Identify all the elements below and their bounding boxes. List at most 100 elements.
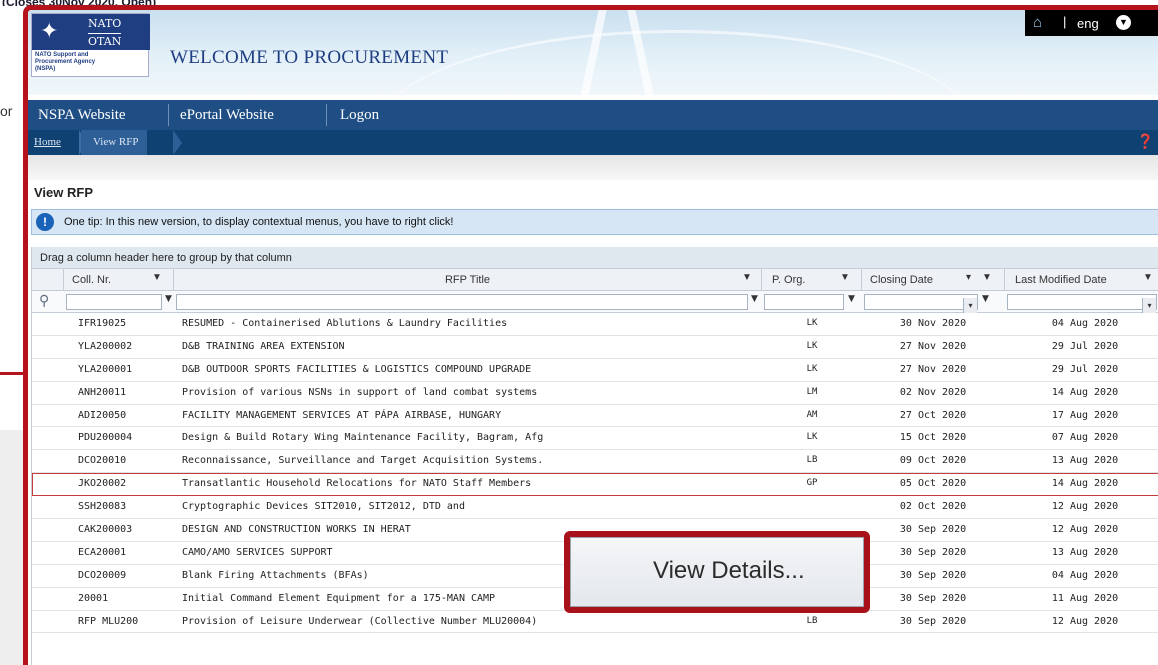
cell-modified: 29 Jul 2020 xyxy=(1051,340,1119,352)
nav-eportal-website[interactable]: ePortal Website xyxy=(180,107,274,124)
cell-modified: 17 Aug 2020 xyxy=(1051,409,1119,421)
page-banner-title: WELCOME TO PROCUREMENT xyxy=(170,47,449,68)
cell-coll: RFP MLU200 xyxy=(78,615,139,627)
column-filter-icon[interactable]: ▼ xyxy=(152,272,162,283)
cell-modified: 07 Aug 2020 xyxy=(1051,432,1119,444)
screenshot-frame: ✦ NATO OTAN NATO Support and Procurement… xyxy=(23,5,1158,665)
cell-modified: 11 Aug 2020 xyxy=(1051,592,1119,604)
cell-title: Initial Command Element Equipment for a … xyxy=(182,592,496,604)
table-row[interactable]: DCO20010 Reconnaissance, Surveillance and… xyxy=(32,450,1158,474)
cell-title: D&B TRAINING AREA EXTENSION xyxy=(182,340,345,352)
chevron-down-icon[interactable]: ▼ xyxy=(1116,15,1131,30)
cell-coll: DCO20010 xyxy=(78,455,127,467)
filter-menu-icon[interactable]: ▼ xyxy=(751,294,758,304)
filter-p-org[interactable] xyxy=(764,294,844,310)
cell-coll: YLA200002 xyxy=(78,340,133,352)
date-picker-dropdown[interactable]: ▾ xyxy=(963,298,977,314)
column-filter-icon[interactable]: ▼ xyxy=(742,272,752,283)
cell-closing: 27 Oct 2020 xyxy=(899,409,967,421)
column-header-closing-date[interactable]: Closing Date ▾ ▼ xyxy=(862,269,1005,291)
cell-coll: JKO20002 xyxy=(78,478,127,490)
column-filter-icon[interactable]: ▼ xyxy=(1143,272,1153,283)
cell-title: CAMO/AMO SERVICES SUPPORT xyxy=(182,546,333,558)
cell-coll: CAK200003 xyxy=(78,524,133,536)
cell-title: DESIGN AND CONSTRUCTION WORKS IN HERAT xyxy=(182,524,411,536)
home-icon[interactable]: ⌂ xyxy=(1033,14,1042,31)
cell-title: Cryptographic Devices SIT2010, SIT2012, … xyxy=(182,501,465,513)
logo-agency-text: NATO Support and Procurement Agency (NSP… xyxy=(35,52,96,72)
filter-last-modified[interactable]: ▾ xyxy=(1007,294,1157,314)
cell-coll: YLA200001 xyxy=(78,363,133,375)
filter-menu-icon[interactable]: ▼ xyxy=(165,294,172,304)
cell-modified: 04 Aug 2020 xyxy=(1051,318,1119,329)
cell-closing: 27 Nov 2020 xyxy=(899,363,967,375)
cell-modified: 13 Aug 2020 xyxy=(1051,455,1119,467)
cell-coll: ADI20050 xyxy=(78,409,127,421)
breadcrumb-current: View RFP xyxy=(81,130,147,155)
nspa-logo[interactable]: ✦ NATO OTAN NATO Support and Procurement… xyxy=(31,13,150,77)
cell-closing: 30 Sep 2020 xyxy=(899,546,967,558)
language-selector[interactable]: eng xyxy=(1077,16,1099,31)
cell-org: AM xyxy=(806,409,818,420)
cell-modified: 13 Aug 2020 xyxy=(1051,546,1119,558)
filter-coll-nr[interactable] xyxy=(66,294,162,310)
cell-closing: 30 Sep 2020 xyxy=(899,592,967,604)
view-details-menu-item[interactable]: View Details... xyxy=(653,557,805,585)
cell-org: LB xyxy=(806,615,818,626)
context-menu-annotation: View Details... xyxy=(564,531,870,613)
cell-closing: 30 Sep 2020 xyxy=(899,569,967,581)
cell-org: LK xyxy=(806,340,818,351)
cell-title: Reconnaissance, Surveillance and Target … xyxy=(182,455,544,467)
nav-nspa-website[interactable]: NSPA Website xyxy=(38,107,126,124)
table-row[interactable]: ANH20011 Provision of various NSNs in sup… xyxy=(32,381,1158,405)
cell-title: D&B OUTDOOR SPORTS FACILITIES & LOGISTIC… xyxy=(182,363,532,375)
cell-title: RESUMED - Containerised Ablutions & Laun… xyxy=(182,318,508,329)
logo-nato-text: NATO xyxy=(88,17,122,30)
filter-menu-icon[interactable]: ▼ xyxy=(982,294,989,304)
table-row[interactable]: PDU200004 Design & Build Rotary Wing Main… xyxy=(32,427,1158,451)
logo-otan-text: OTAN xyxy=(88,33,122,48)
help-icon[interactable]: ❓ xyxy=(1137,134,1154,150)
table-row[interactable]: YLA200002 D&B TRAINING AREA EXTENSION LK 27… xyxy=(32,335,1158,359)
cell-coll: SSH20083 xyxy=(78,501,127,513)
table-row[interactable]: RFP MLU200 Provision of Leisure Underwear… xyxy=(32,610,1158,634)
column-header-coll-nr[interactable]: Coll. Nr. ▼ xyxy=(64,269,174,291)
cell-closing: 15 Oct 2020 xyxy=(899,432,967,444)
filter-rfp-title[interactable] xyxy=(176,294,748,310)
tip-banner: ! One tip: In this new version, to displ… xyxy=(31,209,1158,235)
cell-closing: 30 Nov 2020 xyxy=(899,318,967,329)
filter-icon[interactable]: ⚲ xyxy=(39,293,49,309)
cell-modified: 12 Aug 2020 xyxy=(1051,501,1119,513)
column-filter-icon[interactable]: ▼ xyxy=(840,272,850,283)
grid-filter-row: ⚲ ▼ ▼ ▼ ▾ ▼ ▾ xyxy=(32,291,1158,314)
filter-menu-icon[interactable]: ▼ xyxy=(848,294,855,304)
cell-org: LK xyxy=(806,432,818,443)
cell-title: Design & Build Rotary Wing Maintenance F… xyxy=(182,432,544,444)
nav-logon[interactable]: Logon xyxy=(340,107,379,124)
table-row[interactable]: SSH20083 Cryptographic Devices SIT2010, S… xyxy=(32,496,1158,520)
cell-title: Blank Firing Attachments (BFAs) xyxy=(182,569,369,581)
table-row[interactable]: IFR19025 RESUMED - Containerised Ablution… xyxy=(32,313,1158,336)
info-icon: ! xyxy=(36,213,54,231)
grid-header-row: Coll. Nr. ▼ RFP Title ▼ P. Org. ▼ Closin… xyxy=(32,269,1158,291)
header-banner: ✦ NATO OTAN NATO Support and Procurement… xyxy=(28,10,1158,95)
cell-closing: 05 Oct 2020 xyxy=(899,478,967,490)
column-header-last-modified[interactable]: Last Modified Date ▼ xyxy=(1005,269,1158,291)
context-menu: View Details... xyxy=(570,537,864,607)
sort-desc-icon[interactable]: ▾ xyxy=(966,272,971,283)
date-picker-dropdown[interactable]: ▾ xyxy=(1142,298,1156,314)
column-header-p-org[interactable]: P. Org. ▼ xyxy=(762,269,862,291)
slide-side-text: or xyxy=(0,103,13,119)
cell-closing: 27 Nov 2020 xyxy=(899,340,967,352)
group-by-panel[interactable]: Drag a column header here to group by th… xyxy=(32,247,1158,269)
cell-closing: 02 Oct 2020 xyxy=(899,501,967,513)
column-header-rfp-title[interactable]: RFP Title ▼ xyxy=(174,269,762,291)
table-row[interactable]: ADI20050 FACILITY MANAGEMENT SERVICES AT … xyxy=(32,404,1158,428)
table-row[interactable]: YLA200001 D&B OUTDOOR SPORTS FACILITIES &… xyxy=(32,358,1158,382)
cell-title: Provision of Leisure Underwear (Collecti… xyxy=(182,615,538,627)
cell-closing: 30 Sep 2020 xyxy=(899,615,967,627)
breadcrumb-home[interactable]: Home xyxy=(34,136,61,148)
column-filter-icon[interactable]: ▼ xyxy=(982,272,992,283)
filter-closing-date[interactable]: ▾ xyxy=(864,294,978,314)
table-row[interactable]: JKO20002 Transatlantic Household Relocati… xyxy=(32,473,1158,497)
